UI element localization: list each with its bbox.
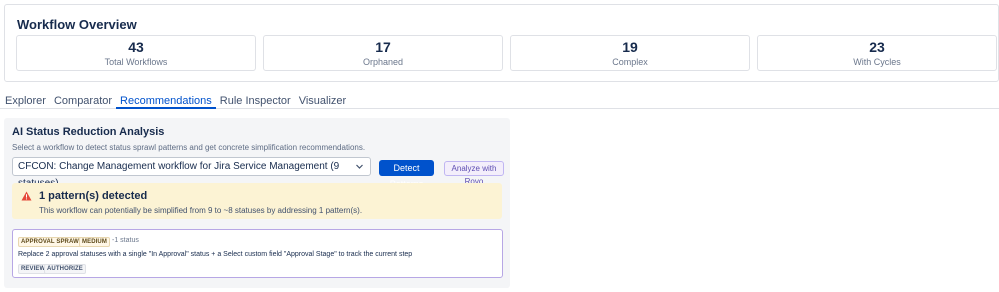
stat-label: Total Workflows [104,57,168,67]
stat-value: 17 [375,39,391,55]
stat-label: Complex [612,57,648,67]
stat-label: Orphaned [362,57,404,67]
stats-row: 43 Total Workflows 17 Orphaned 19 Comple… [16,35,997,71]
tab-bar: Explorer Comparator Recommendations Rule… [0,95,999,109]
tab-comparator[interactable]: Comparator [50,95,116,109]
detect-patterns-button[interactable]: Detect Patterns [379,160,434,189]
stat-value: 19 [622,39,638,55]
stat-card-complex: 19 Complex [510,35,750,71]
impact-label: -1 status [112,237,139,244]
tab-explorer[interactable]: Explorer [0,95,50,109]
panel-title: AI Status Reduction Analysis [12,126,165,138]
pattern-recommendation: Replace 2 approval statuses with a singl… [18,251,413,258]
pattern-type-badge: APPROVAL SPRAWL [18,237,86,247]
analyze-with-rovo-button[interactable]: Analyze with Rovo [444,161,504,186]
stat-card-orphaned: 17 Orphaned [263,35,503,71]
pattern-card: APPROVAL SPRAWL MEDIUM -1 status Replace… [12,229,503,278]
status-tag-authorize: AUTHORIZE [44,264,86,274]
workflow-overview-panel: Workflow Overview 43 Total Workflows 17 … [4,4,999,82]
workflow-select[interactable]: CFCON: Change Management workflow for Ji… [12,157,371,189]
chevron-down-icon [355,158,364,181]
overview-title: Workflow Overview [17,17,137,32]
alert-text: This workflow can potentially be simplif… [39,206,363,215]
patterns-alert: 1 pattern(s) detected This workflow can … [12,183,502,219]
stat-value: 43 [128,39,144,55]
panel-description: Select a workflow to detect status spraw… [12,143,366,152]
tab-rule-inspector[interactable]: Rule Inspector [216,95,295,109]
severity-badge: MEDIUM [79,237,110,247]
tab-visualizer[interactable]: Visualizer [295,95,351,109]
stat-card-total: 43 Total Workflows [16,35,256,71]
stat-value: 23 [869,39,885,55]
alert-title: 1 pattern(s) detected [39,190,148,202]
stat-label: With Cycles [853,57,901,67]
status-reduction-panel: AI Status Reduction Analysis Select a wo… [4,118,510,288]
stat-card-cycles: 23 With Cycles [757,35,997,71]
tab-recommendations[interactable]: Recommendations [116,95,216,109]
warning-icon [21,190,32,201]
